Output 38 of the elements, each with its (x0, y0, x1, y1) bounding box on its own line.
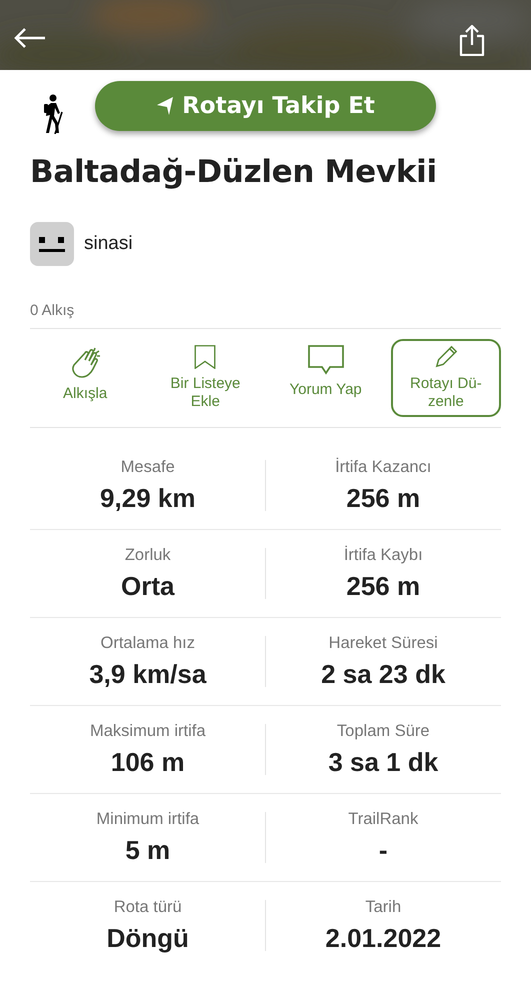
stat-label: Tarih (365, 898, 402, 916)
stat-label: Ortalama hız (100, 634, 195, 652)
stat-value: 3,9 km/sa (89, 658, 206, 690)
speech-bubble-icon (308, 345, 344, 375)
stat-value: 256 m (346, 570, 420, 602)
stat-label: Zorluk (124, 546, 171, 564)
stat-label: Rota türü (114, 898, 182, 916)
stat-label: İrtifa Kazancı (335, 458, 432, 476)
stat-value: Orta (121, 570, 174, 602)
stat-value: 9,29 km (100, 482, 196, 514)
add-to-list-button[interactable]: Bir Listeye Ekle (150, 339, 260, 417)
comment-button[interactable]: Yorum Yap (270, 339, 381, 417)
stat-value: 2.01.2022 (325, 922, 442, 954)
stat-value: 5 m (125, 834, 170, 866)
clap-count: 0 Alkış (30, 302, 501, 329)
navigation-arrow-icon (156, 96, 174, 116)
stat-value: 256 m (346, 482, 420, 514)
stat-value: 106 m (110, 746, 185, 778)
stat-value: 2 sa 23 dk (321, 658, 446, 690)
author-name[interactable]: sinasi (84, 233, 133, 255)
share-icon[interactable] (459, 24, 485, 56)
clap-button[interactable]: Alkışla (30, 339, 140, 417)
stat-value: - (378, 834, 388, 866)
stat-label: İrtifa Kaybı (344, 546, 423, 564)
stat-value: Döngü (106, 922, 189, 954)
stat-label: Mesafe (120, 458, 175, 476)
route-title: Baltadağ-Düzlen Mevkii (30, 154, 438, 190)
stat-label: Maksimum irtifa (90, 722, 206, 740)
avatar-icon[interactable] (30, 222, 74, 266)
edit-route-button[interactable]: Rotayı Dü-zenle (390, 339, 501, 417)
stat-label: Minimum irtifa (96, 810, 200, 828)
stat-label: Hareket Süresi (328, 634, 438, 652)
stat-value: 3 sa 1 dk (328, 746, 438, 778)
pencil-icon (432, 345, 459, 369)
back-arrow-icon[interactable] (14, 28, 46, 48)
stat-label: TrailRank (348, 810, 418, 828)
stat-label: Toplam Süre (336, 722, 430, 740)
follow-route-button[interactable]: Rotayı Takip Et (95, 81, 436, 131)
